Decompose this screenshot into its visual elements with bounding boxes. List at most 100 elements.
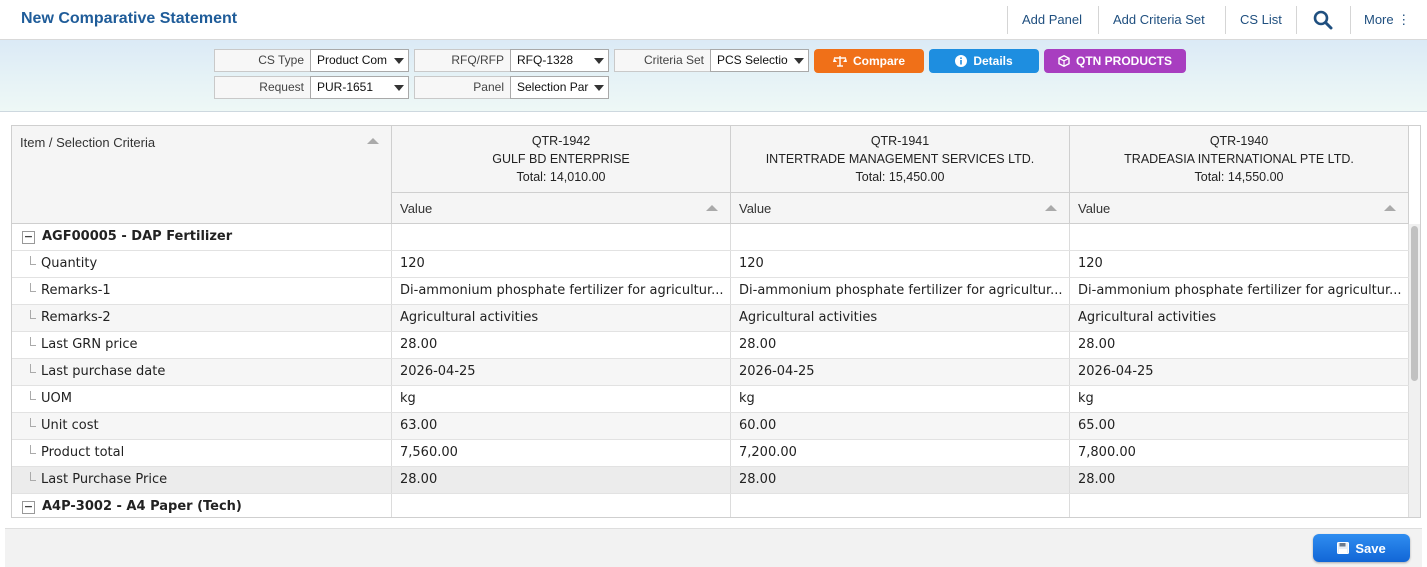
value-cell: Agricultural activities (392, 305, 731, 331)
table-row[interactable]: Unit cost 63.00 60.00 65.00 (12, 413, 1409, 440)
tree-connector (30, 418, 36, 427)
quotation-vendor: GULF BD ENTERPRISE (492, 152, 630, 166)
qtn-products-button[interactable]: QTN PRODUCTS (1044, 49, 1186, 73)
value-cell: 60.00 (731, 413, 1070, 439)
tree-connector (30, 283, 36, 292)
empty-cell (731, 494, 1070, 517)
criteria-cell: UOM (12, 386, 392, 412)
value-column-header[interactable]: Value (1070, 193, 1409, 224)
panel-value: Selection Par (517, 80, 589, 94)
quotation-vendor: TRADEASIA INTERNATIONAL PTE LTD. (1124, 152, 1354, 166)
quotation-vendor: INTERTRADE MANAGEMENT SERVICES LTD. (765, 152, 1035, 166)
value-column-header[interactable]: Value (731, 193, 1070, 224)
page-title: New Comparative Statement (21, 10, 238, 27)
save-button[interactable]: Save (1313, 534, 1410, 562)
value-cell: 28.00 (1070, 467, 1409, 493)
table-row[interactable]: Last purchase date 2026-04-25 2026-04-25… (12, 359, 1409, 386)
chevron-down-icon (394, 85, 404, 91)
value-cell: 2026-04-25 (1070, 359, 1409, 385)
sort-ascending-icon[interactable] (367, 138, 379, 144)
criteria-cell: Quantity (12, 251, 392, 277)
details-button[interactable]: Details (929, 49, 1039, 73)
request-select[interactable]: PUR-1651 (310, 76, 409, 99)
cs-list-button[interactable]: CS List (1232, 6, 1290, 34)
table-row[interactable]: Quantity 120 120 120 (12, 251, 1409, 278)
criteria-label: Quantity (41, 256, 98, 271)
criteria-label: Last Purchase Price (41, 472, 168, 487)
table-row[interactable]: Last Purchase Price 28.00 28.00 28.00 (12, 467, 1409, 494)
add-criteria-set-button[interactable]: Add Criteria Set (1105, 6, 1213, 34)
value-cell: 65.00 (1070, 413, 1409, 439)
value-column-label: Value (739, 201, 772, 216)
value-cell: 7,560.00 (392, 440, 731, 466)
value-cell: 28.00 (392, 467, 731, 493)
rfq-select[interactable]: RFQ-1328 (510, 49, 609, 72)
header-divider (1296, 6, 1297, 34)
balance-scale-icon (832, 56, 847, 67)
collapse-toggle-icon[interactable]: − (22, 231, 35, 244)
add-panel-button[interactable]: Add Panel (1014, 6, 1090, 34)
criteria-label: Remarks-2 (41, 310, 111, 325)
quotation-header: QTR-1940 TRADEASIA INTERNATIONAL PTE LTD… (1070, 126, 1409, 193)
cs-type-select[interactable]: Product Com (310, 49, 409, 72)
criteria-label: Unit cost (41, 418, 99, 433)
value-column-header[interactable]: Value (392, 193, 731, 224)
value-cell: kg (1070, 386, 1409, 412)
value-cell: Di-ammonium phosphate fertilizer for agr… (731, 278, 1070, 304)
quotation-code: QTR-1941 (870, 134, 930, 148)
collapse-toggle-icon[interactable]: − (22, 501, 35, 514)
criteria-set-value: PCS Selectio (717, 53, 788, 67)
qtn-products-label: QTN PRODUCTS (1076, 54, 1172, 68)
sort-ascending-icon[interactable] (1384, 205, 1396, 211)
value-column-label: Value (1078, 201, 1111, 216)
empty-cell (392, 224, 731, 250)
criteria-column-header[interactable]: Item / Selection Criteria (12, 126, 392, 224)
chevron-down-icon (394, 58, 404, 64)
floppy-disk-icon (1337, 542, 1350, 554)
table-row[interactable]: Remarks-2 Agricultural activities Agricu… (12, 305, 1409, 332)
group-row[interactable]: − AGF00005 - DAP Fertilizer (12, 224, 1409, 251)
group-row[interactable]: − A4P-3002 - A4 Paper (Tech) (12, 494, 1409, 517)
search-icon[interactable] (1313, 10, 1333, 30)
chevron-down-icon (594, 85, 604, 91)
header-divider (1098, 6, 1099, 34)
panel-select[interactable]: Selection Par (510, 76, 609, 99)
value-cell: 2026-04-25 (731, 359, 1070, 385)
criteria-column-label: Item / Selection Criteria (20, 135, 156, 150)
table-row[interactable]: UOM kg kg kg (12, 386, 1409, 413)
empty-cell (392, 494, 731, 517)
criteria-label: Remarks-1 (41, 283, 111, 298)
table-row[interactable]: Product total 7,560.00 7,200.00 7,800.00 (12, 440, 1409, 467)
tree-connector (30, 391, 36, 400)
criteria-label: UOM (41, 391, 72, 406)
details-label: Details (973, 54, 1013, 68)
sort-ascending-icon[interactable] (1045, 205, 1057, 211)
criteria-cell: Remarks-2 (12, 305, 392, 331)
sort-ascending-icon[interactable] (706, 205, 718, 211)
quotation-header: QTR-1941 INTERTRADE MANAGEMENT SERVICES … (731, 126, 1070, 193)
empty-cell (1070, 494, 1409, 517)
criteria-set-select[interactable]: PCS Selectio (710, 49, 809, 72)
rfq-value: RFQ-1328 (517, 53, 574, 67)
table-row[interactable]: Remarks-1 Di-ammonium phosphate fertiliz… (12, 278, 1409, 305)
panel-label: Panel (414, 76, 511, 99)
scrollbar-thumb[interactable] (1411, 226, 1418, 381)
tree-connector (30, 256, 36, 265)
filter-panel: CS Type Product Com RFQ/RFP RFQ-1328 Cri… (0, 40, 1427, 112)
criteria-label: Last GRN price (41, 337, 138, 352)
header-divider (1225, 6, 1226, 34)
value-cell: Di-ammonium phosphate fertilizer for agr… (392, 278, 731, 304)
value-column-label: Value (400, 201, 433, 216)
compare-button[interactable]: Compare (814, 49, 924, 73)
cube-icon (1058, 55, 1070, 67)
value-cell: 120 (392, 251, 731, 277)
criteria-cell: Unit cost (12, 413, 392, 439)
table-row[interactable]: Last GRN price 28.00 28.00 28.00 (12, 332, 1409, 359)
criteria-set-label: Criteria Set (614, 49, 711, 72)
header-divider (1350, 6, 1351, 34)
value-cell: Agricultural activities (731, 305, 1070, 331)
quotation-code: QTR-1942 (531, 134, 591, 148)
group-cell: − AGF00005 - DAP Fertilizer (12, 224, 392, 250)
more-menu-button[interactable]: More ⋮ (1356, 6, 1418, 34)
value-cell: 120 (731, 251, 1070, 277)
